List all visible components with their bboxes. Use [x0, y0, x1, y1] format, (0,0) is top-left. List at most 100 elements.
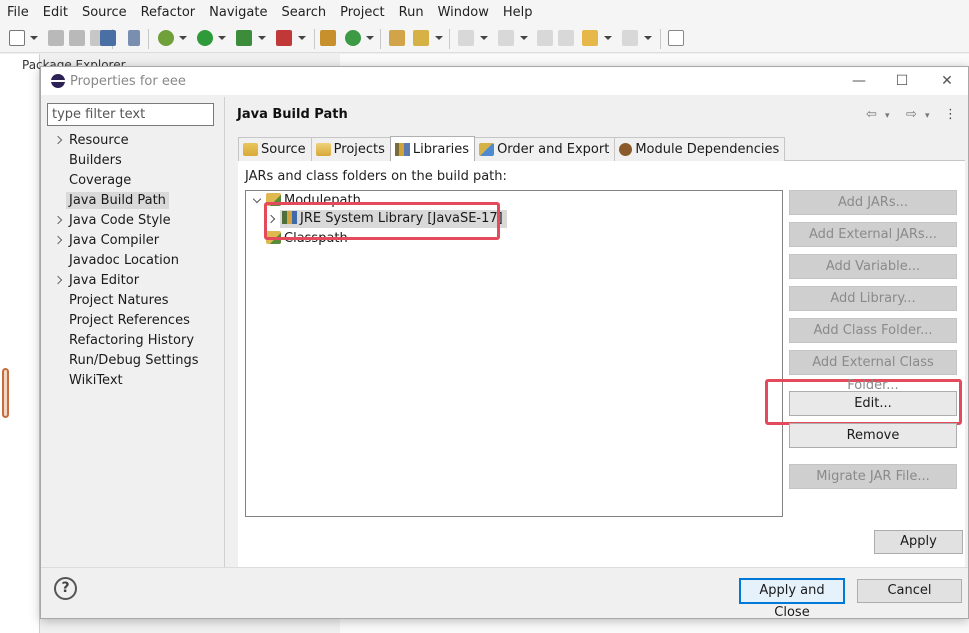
forward-dropdown-icon[interactable]: [644, 36, 652, 40]
cancel-button[interactable]: Cancel: [857, 579, 962, 603]
source-folder-icon: [243, 143, 258, 156]
forward-icon[interactable]: [622, 30, 638, 46]
run-dropdown-icon[interactable]: [218, 36, 226, 40]
search-dropdown-icon[interactable]: [435, 36, 443, 40]
tree-item-classpath[interactable]: Classpath: [266, 230, 348, 248]
nav-item-resource[interactable]: Resource: [41, 131, 224, 151]
forward-dropdown-icon[interactable]: ▾: [925, 111, 930, 121]
menu-navigate[interactable]: Navigate: [202, 5, 274, 20]
expand-chevron-icon[interactable]: [53, 235, 63, 245]
nav-item-java-compiler[interactable]: Java Compiler: [41, 231, 224, 251]
external-tools-icon[interactable]: [276, 30, 292, 46]
classpath-icon: [266, 231, 281, 244]
next-annotation-dropdown-icon[interactable]: [480, 36, 488, 40]
nav-item-wikitext[interactable]: WikiText: [41, 371, 224, 391]
minimize-icon[interactable]: —: [849, 71, 869, 91]
menu-project[interactable]: Project: [333, 5, 391, 20]
nav-item-label: Builders: [69, 153, 122, 168]
migrate-jar-button[interactable]: Migrate JAR File...: [789, 464, 957, 489]
forward-arrow-icon[interactable]: ⇨: [906, 107, 917, 122]
last-edit-forward-icon[interactable]: [558, 30, 574, 46]
menu-help[interactable]: Help: [496, 5, 540, 20]
nav-item-javadoc-location[interactable]: Javadoc Location: [41, 251, 224, 271]
nav-item-java-editor[interactable]: Java Editor: [41, 271, 224, 291]
tree-item-jre-system-library[interactable]: JRE System Library [JavaSE-17]: [280, 210, 507, 228]
expand-chevron-icon[interactable]: [53, 215, 63, 225]
prev-annotation-icon[interactable]: [498, 30, 514, 46]
nav-item-refactoring-history[interactable]: Refactoring History: [41, 331, 224, 351]
nav-item-coverage[interactable]: Coverage: [41, 171, 224, 191]
tab-source[interactable]: Source: [238, 137, 312, 161]
tab-libraries[interactable]: Libraries: [389, 136, 476, 161]
new-dropdown-icon[interactable]: [30, 36, 38, 40]
add-external-jars-button[interactable]: Add External JARs...: [789, 222, 957, 247]
new-class-icon[interactable]: [345, 30, 361, 46]
close-icon[interactable]: ✕: [937, 71, 957, 91]
library-tree[interactable]: Modulepath JRE System Library [JavaSE-17…: [245, 190, 783, 517]
edit-button[interactable]: Edit...: [789, 391, 957, 416]
nav-item-java-build-path[interactable]: Java Build Path: [41, 191, 224, 211]
back-dropdown-icon[interactable]: [604, 36, 612, 40]
filter-input[interactable]: [47, 103, 214, 126]
remove-button[interactable]: Remove: [789, 423, 957, 448]
coverage-dropdown-icon[interactable]: [258, 36, 266, 40]
search-icon[interactable]: [413, 30, 429, 46]
tab-order-and-export[interactable]: Order and Export: [474, 137, 616, 161]
menu-run[interactable]: Run: [392, 5, 431, 20]
nav-item-project-references[interactable]: Project References: [41, 311, 224, 331]
new-class-dropdown-icon[interactable]: [366, 36, 374, 40]
sash-divider[interactable]: [224, 97, 225, 567]
next-annotation-icon[interactable]: [458, 30, 474, 46]
menu-source[interactable]: Source: [75, 5, 134, 20]
order-export-icon: [479, 143, 495, 156]
nav-item-label: Refactoring History: [69, 333, 195, 348]
help-icon[interactable]: ?: [54, 577, 77, 600]
menu-refactor[interactable]: Refactor: [134, 5, 203, 20]
menu-window[interactable]: Window: [431, 5, 496, 20]
skip-breakpoints-icon[interactable]: [128, 30, 140, 46]
jre-expand-icon[interactable]: [266, 214, 276, 224]
modulepath-expand-icon[interactable]: [252, 194, 262, 204]
save-all-icon[interactable]: [69, 30, 85, 46]
menu-edit[interactable]: Edit: [36, 5, 75, 20]
scrollbar-thumb[interactable]: [2, 368, 9, 418]
expand-chevron-icon[interactable]: [53, 135, 63, 145]
apply-and-close-button[interactable]: Apply and Close: [739, 578, 845, 620]
maximize-icon[interactable]: ☐: [892, 71, 912, 91]
menu-search[interactable]: Search: [274, 5, 333, 20]
coverage-icon[interactable]: [236, 30, 252, 46]
add-external-class-folder-button[interactable]: Add External Class Folder...: [789, 350, 957, 393]
debug-icon[interactable]: [158, 30, 174, 46]
apply-button[interactable]: Apply: [874, 530, 963, 554]
new-icon[interactable]: [9, 30, 25, 46]
last-edit-icon[interactable]: [537, 30, 553, 46]
pin-editor-icon[interactable]: [668, 30, 684, 46]
nav-item-builders[interactable]: Builders: [41, 151, 224, 171]
external-tools-dropdown-icon[interactable]: [298, 36, 306, 40]
back-icon[interactable]: [582, 30, 598, 46]
add-library-button[interactable]: Add Library...: [789, 286, 957, 311]
new-package-icon[interactable]: [320, 30, 336, 46]
nav-item-java-code-style[interactable]: Java Code Style: [41, 211, 224, 231]
add-class-folder-button[interactable]: Add Class Folder...: [789, 318, 957, 343]
run-icon[interactable]: [197, 30, 213, 46]
add-variable-button[interactable]: Add Variable...: [789, 254, 957, 279]
save-icon[interactable]: [48, 30, 64, 46]
add-jars-button[interactable]: Add JARs...: [789, 190, 957, 215]
tab-module-dependencies[interactable]: Module Dependencies: [614, 137, 786, 161]
view-menu-icon[interactable]: ⋮: [944, 107, 957, 122]
prev-annotation-dropdown-icon[interactable]: [520, 36, 528, 40]
dialog-titlebar: Properties for eee — ☐ ✕: [41, 67, 968, 95]
debug-dropdown-icon[interactable]: [179, 36, 187, 40]
nav-item-run-debug-settings[interactable]: Run/Debug Settings: [41, 351, 224, 371]
nav-item-project-natures[interactable]: Project Natures: [41, 291, 224, 311]
menu-file[interactable]: File: [0, 5, 36, 20]
jre-library-icon: [282, 211, 297, 224]
terminal-icon[interactable]: [100, 30, 116, 46]
expand-chevron-icon[interactable]: [53, 275, 63, 285]
back-dropdown-icon[interactable]: ▾: [885, 111, 890, 121]
tree-item-modulepath[interactable]: Modulepath: [266, 192, 361, 210]
back-arrow-icon[interactable]: ⇦: [866, 107, 877, 122]
tab-projects[interactable]: Projects: [310, 137, 391, 161]
open-type-icon[interactable]: [389, 30, 405, 46]
